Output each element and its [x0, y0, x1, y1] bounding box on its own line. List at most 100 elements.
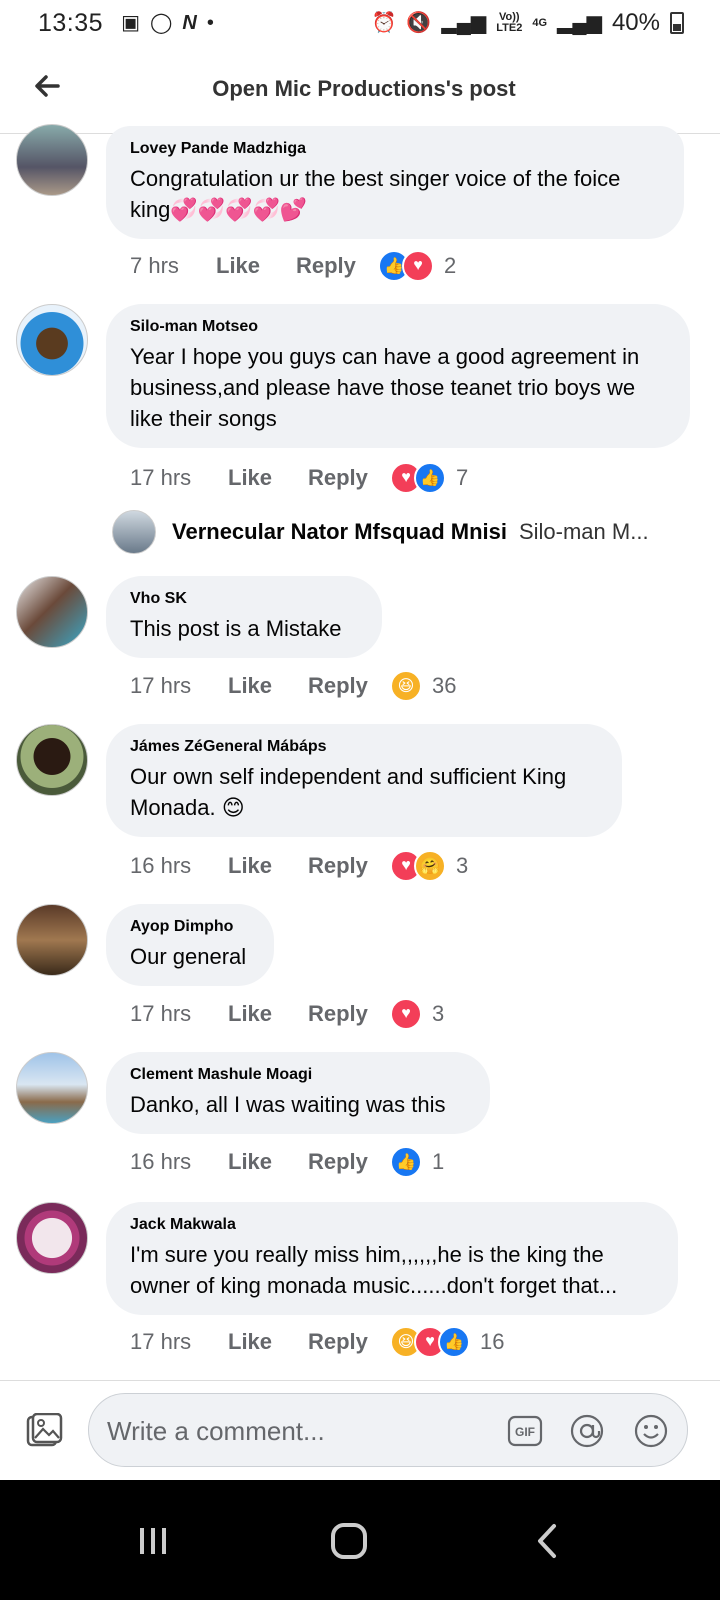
gif-button[interactable]: GIF	[507, 1413, 543, 1449]
comment-author[interactable]: Lovey Pande Madzhiga	[130, 139, 660, 159]
page-title: Open Mic Productions's post	[212, 76, 516, 101]
gif-icon: GIF	[507, 1415, 543, 1447]
comment-meta: 16 hrs Like Reply 👍 1	[130, 1146, 444, 1178]
reaction-summary[interactable]: 👍 1	[390, 1146, 444, 1178]
comment-age[interactable]: 16 hrs	[130, 853, 228, 879]
comment-input[interactable]	[107, 1410, 487, 1452]
like-button[interactable]: Like	[228, 673, 308, 699]
comment-text: Congratulation ur the best singer voice …	[130, 166, 621, 222]
reply-button[interactable]: Reply	[308, 1329, 390, 1355]
nav-back-icon[interactable]	[524, 1516, 574, 1566]
reaction-summary[interactable]: ♥ 3	[390, 998, 444, 1030]
reaction-count: 16	[480, 1329, 505, 1354]
comment-meta: 17 hrs Like Reply 😆 36	[130, 670, 456, 702]
like-button[interactable]: Like	[228, 853, 308, 879]
comment-age[interactable]: 17 hrs	[130, 465, 228, 491]
like-button[interactable]: Like	[228, 1329, 308, 1355]
comment-text: Our general	[130, 944, 247, 969]
signal-icon: ▂▄▆	[441, 12, 487, 34]
care-reaction-icon: 🤗	[414, 850, 446, 882]
comment-text: This post is a Mistake	[130, 616, 342, 641]
reaction-summary[interactable]: 😆 36	[390, 670, 456, 702]
reaction-count: 3	[456, 853, 469, 878]
avatar[interactable]	[16, 1052, 88, 1124]
like-button[interactable]: Like	[228, 465, 308, 491]
reaction-count: 2	[444, 253, 457, 278]
comment-age[interactable]: 17 hrs	[130, 1001, 228, 1027]
reply-button[interactable]: Reply	[296, 253, 378, 279]
comment-bubble[interactable]: Clement Mashule Moagi Danko, all I was w…	[106, 1052, 490, 1134]
reply-button[interactable]: Reply	[308, 853, 390, 879]
avatar[interactable]	[16, 304, 88, 376]
comment-bubble[interactable]: Ayop Dimpho Our general	[106, 904, 274, 986]
reply-button[interactable]: Reply	[308, 1149, 390, 1175]
battery-icon	[670, 12, 684, 34]
signal-icon-2: ▂▄▆	[557, 12, 602, 34]
reply-preview[interactable]: Vernecular Nator Mfsquad Mnisi Silo-man …	[112, 510, 649, 554]
reaction-count: 7	[456, 465, 469, 490]
reply-button[interactable]: Reply	[308, 465, 390, 491]
like-reaction-icon: 👍	[414, 462, 446, 494]
comment-age[interactable]: 17 hrs	[130, 673, 228, 699]
like-reaction-icon: 👍	[438, 1326, 470, 1358]
mention-icon[interactable]	[569, 1413, 605, 1449]
comment-text: I'm sure you really miss him,,,,,,he is …	[130, 1242, 618, 1298]
comment-age[interactable]: 16 hrs	[130, 1149, 228, 1175]
comment-meta: 16 hrs Like Reply ♥ 🤗 3	[130, 850, 468, 882]
avatar[interactable]	[16, 904, 88, 976]
comment-meta: 17 hrs Like Reply ♥ 3	[130, 998, 444, 1030]
comment-meta: 17 hrs Like Reply ♥ 👍 7	[130, 462, 468, 494]
status-bar: 13:35 ▣ ◯ N • ⏰ 🔇 ▂▄▆ Vo)) LTE2 4G ▂▄▆ 40…	[0, 0, 720, 46]
photo-icon[interactable]	[24, 1413, 64, 1451]
comment-author[interactable]: Silo-man Motseo	[130, 317, 666, 337]
avatar[interactable]	[16, 124, 88, 196]
comment-age[interactable]: 17 hrs	[130, 1329, 228, 1355]
comment-author[interactable]: Vho SK	[130, 589, 358, 609]
more-notifications-dot: •	[206, 12, 214, 34]
comment-author[interactable]: Jámes ZéGeneral Mábáps	[130, 737, 598, 757]
avatar[interactable]	[16, 724, 88, 796]
reaction-summary[interactable]: 😆 ♥ 👍 16	[390, 1326, 504, 1358]
like-button[interactable]: Like	[216, 253, 296, 279]
battery-percent: 40%	[611, 9, 660, 36]
reaction-summary[interactable]: ♥ 👍 7	[390, 462, 468, 494]
comment-author[interactable]: Ayop Dimpho	[130, 917, 250, 937]
reply-button[interactable]: Reply	[308, 673, 390, 699]
avatar[interactable]	[16, 1202, 88, 1274]
like-reaction-icon: 👍	[390, 1146, 422, 1178]
haha-reaction-icon: 😆	[390, 670, 422, 702]
status-time: 13:35	[38, 8, 104, 37]
reaction-count: 1	[432, 1149, 445, 1174]
svg-text:GIF: GIF	[515, 1425, 535, 1439]
comment-text: Our own self independent and sufficient …	[130, 764, 567, 820]
love-reaction-icon: ♥	[402, 250, 434, 282]
comment-input-pill[interactable]: GIF	[88, 1393, 688, 1467]
reply-author[interactable]: Vernecular Nator Mfsquad Mnisi	[172, 519, 507, 545]
comment-meta: 17 hrs Like Reply 😆 ♥ 👍 16	[130, 1326, 504, 1358]
comment-bubble[interactable]: Lovey Pande Madzhiga Congratulation ur t…	[106, 126, 684, 239]
comment-bubble[interactable]: Jámes ZéGeneral Mábáps Our own self inde…	[106, 724, 622, 837]
like-button[interactable]: Like	[228, 1001, 308, 1027]
comment-meta: 7 hrs Like Reply 👍 ♥ 2	[130, 250, 456, 282]
recents-icon[interactable]	[128, 1516, 178, 1566]
reply-snippet: Silo-man M...	[518, 519, 649, 544]
mute-icon: 🔇	[406, 12, 432, 34]
volte-indicator: Vo)) LTE2	[496, 11, 523, 34]
comment-bubble[interactable]: Jack Makwala I'm sure you really miss hi…	[106, 1202, 678, 1315]
home-icon[interactable]	[324, 1516, 374, 1566]
reaction-summary[interactable]: 👍 ♥ 2	[378, 250, 456, 282]
comment-age[interactable]: 7 hrs	[130, 253, 216, 279]
comment-author[interactable]: Jack Makwala	[130, 1215, 654, 1235]
reaction-summary[interactable]: ♥ 🤗 3	[390, 850, 468, 882]
network-type-indicator: 4G	[532, 16, 548, 29]
comment-text: Danko, all I was waiting was this	[130, 1092, 446, 1117]
reply-button[interactable]: Reply	[308, 1001, 390, 1027]
system-nav-bar	[0, 1480, 720, 1600]
avatar[interactable]	[16, 576, 88, 648]
like-button[interactable]: Like	[228, 1149, 308, 1175]
comment-author[interactable]: Clement Mashule Moagi	[130, 1065, 466, 1085]
comment-bubble[interactable]: Vho SK This post is a Mistake	[106, 576, 382, 658]
reaction-count: 36	[432, 673, 457, 698]
emoji-icon[interactable]	[633, 1413, 669, 1449]
comment-bubble[interactable]: Silo-man Motseo Year I hope you guys can…	[106, 304, 690, 448]
